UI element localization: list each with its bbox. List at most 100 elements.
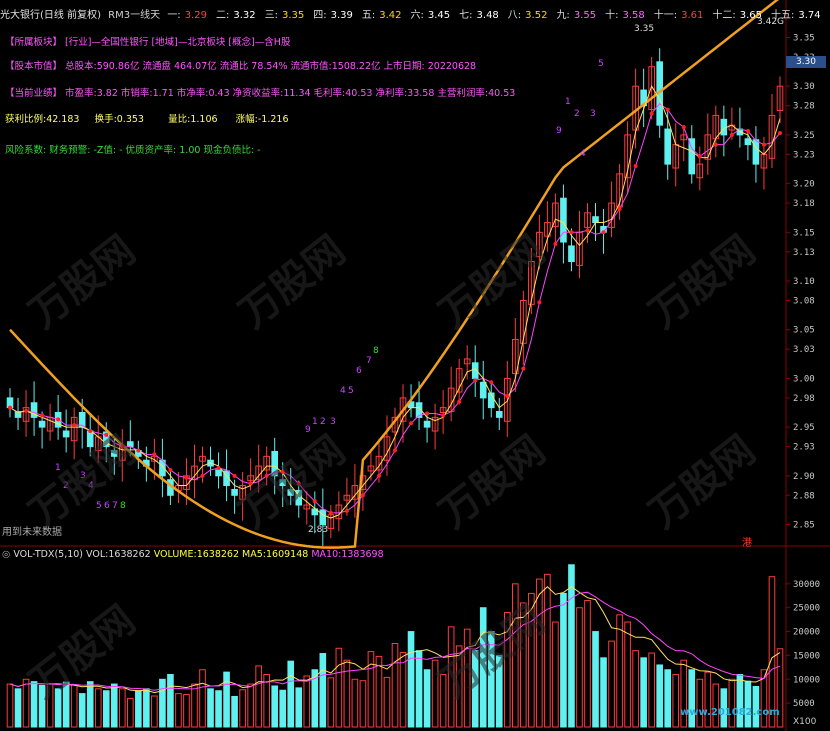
ma-dot xyxy=(473,378,478,383)
volume-bar xyxy=(183,694,190,728)
volume-bar xyxy=(423,669,431,728)
volume-bar xyxy=(648,652,655,728)
sequence-count-label: 7 xyxy=(366,356,372,366)
title-bar: 光大银行(日线 前复权) RM3一线天 一: 3.29 二: 3.32 三: 3.35 四:… xyxy=(0,6,830,21)
volume-bar xyxy=(271,685,278,728)
volume-bar xyxy=(207,688,214,728)
price-level-5: 五: 3.42 xyxy=(362,10,406,21)
volume-tick-label: 5000 xyxy=(793,699,815,709)
volume-bar xyxy=(616,614,623,728)
price-level-value: 3.61 xyxy=(681,10,704,21)
ma-dot xyxy=(777,130,782,135)
candle-body xyxy=(495,411,503,418)
price-level-4: 四: 3.39 xyxy=(313,10,357,21)
ma-dot xyxy=(216,466,221,471)
price-tick-label: 3.28 xyxy=(793,102,815,112)
turnover-value: 0.353 xyxy=(116,114,144,125)
current-price-tag: 3.30 xyxy=(786,56,826,68)
volume-bar xyxy=(191,683,198,728)
ma-dot xyxy=(585,228,590,233)
ma-dot xyxy=(168,467,173,472)
candle-body xyxy=(592,216,599,224)
ma-dot xyxy=(441,413,446,418)
volume-bar xyxy=(319,653,327,728)
price-level-value: 3.55 xyxy=(573,10,597,21)
ma-dot xyxy=(232,473,237,478)
ma-dot xyxy=(24,408,29,413)
price-tick-label: 2.98 xyxy=(793,394,815,404)
price-level-value: 3.58 xyxy=(622,10,645,21)
sequence-count-label: 9 xyxy=(556,126,562,136)
volume-bar xyxy=(768,576,776,728)
volume-value: 1638262 xyxy=(196,549,239,560)
candle-body xyxy=(423,420,431,428)
volume-bar xyxy=(223,671,230,728)
price-level-1: 一: 3.29 xyxy=(167,10,211,21)
sequence-count-label: 1 xyxy=(565,97,571,107)
price-tick-label: 3.10 xyxy=(793,277,815,287)
volume-bar xyxy=(608,640,615,728)
change-label: 涨幅: xyxy=(235,114,258,125)
volume-bar xyxy=(576,607,583,728)
ma10-label: MA10: xyxy=(311,549,342,560)
ma-dot xyxy=(649,111,654,116)
price-level-6: 六: 3.45 xyxy=(411,10,455,21)
price-level-prefix: 五: xyxy=(361,10,376,21)
price-level-prefix: 一: xyxy=(167,10,181,21)
sequence-count-label: 5 xyxy=(598,59,604,69)
volume-bar xyxy=(415,650,423,728)
candle-body xyxy=(479,381,487,399)
price-tick-label: 3.23 xyxy=(793,150,815,160)
price-tick-label: 3.00 xyxy=(793,374,815,384)
ma-dot xyxy=(521,366,526,371)
stock-title[interactable]: 光大银行(日线 前复权) xyxy=(0,10,101,21)
price-tick-label: 2.88 xyxy=(793,491,815,501)
turnover-label: 换手: xyxy=(94,114,117,125)
volume-bar xyxy=(175,693,182,728)
volume-bar xyxy=(592,631,599,728)
price-tick-label: 3.15 xyxy=(793,228,815,238)
ma-dot xyxy=(617,206,622,211)
candle-body xyxy=(744,138,752,146)
volume-indicator-name[interactable]: VOL-TDX(5,10) xyxy=(13,549,83,560)
ma-dot xyxy=(537,300,542,305)
volume-bar xyxy=(102,690,110,728)
ma-dot xyxy=(312,499,317,504)
ma-dot xyxy=(457,399,462,404)
volume-bar xyxy=(159,678,166,728)
low-price-marker: 2.83 xyxy=(308,525,329,535)
sequence-count-label: 4 xyxy=(340,386,346,396)
price-level-prefix: 三: xyxy=(264,10,278,21)
sequence-count-label: 3 xyxy=(590,109,596,119)
port-label[interactable]: 港 xyxy=(742,538,752,550)
price-tick-label: 3.03 xyxy=(793,345,815,355)
price-level-value: 3.45 xyxy=(427,10,451,21)
ma5-label: MA5: xyxy=(242,549,266,560)
ma-dot xyxy=(409,421,414,426)
volume-bar xyxy=(199,669,206,728)
volume-bar xyxy=(143,688,150,728)
ma-dot xyxy=(697,154,702,159)
price-level-value: 3.42 xyxy=(379,10,402,21)
collapse-icon[interactable]: ◎ xyxy=(2,549,10,560)
price-tick-label: 3.20 xyxy=(793,180,815,190)
volume-bar xyxy=(664,669,672,728)
price-level-list: 一: 3.29 二: 3.32 三: 3.35 四: 3.39 五: 3.42 六: 3.45 七: 3.… xyxy=(167,10,830,21)
ma-dot xyxy=(729,132,734,137)
ma-dot xyxy=(40,413,45,418)
indicator-name[interactable]: RM3一线天 xyxy=(108,10,160,21)
sequence-count-label: 6 xyxy=(104,501,110,511)
volume-panel-header: ◎ VOL-TDX(5,10) VOL:1638262 VOLUME:16382… xyxy=(2,549,384,561)
price-level-8: 八: 3.52 xyxy=(508,10,552,21)
price-level-value: 3.74 xyxy=(798,10,821,21)
volume-bar xyxy=(94,688,102,728)
info-sector: 【所属板块】 [行业]—全国性银行 [地域]—北京板块 [概念]—含H股 xyxy=(5,37,291,48)
volume-bar xyxy=(600,657,607,728)
volume-bar xyxy=(632,650,639,728)
volume-unit: X100 xyxy=(793,717,817,727)
volume-bar xyxy=(624,621,631,728)
price-level-prefix: 四: xyxy=(313,10,327,21)
ma-dot xyxy=(569,230,574,235)
price-tick-label: 3.13 xyxy=(793,248,815,258)
candle-body xyxy=(215,469,222,477)
